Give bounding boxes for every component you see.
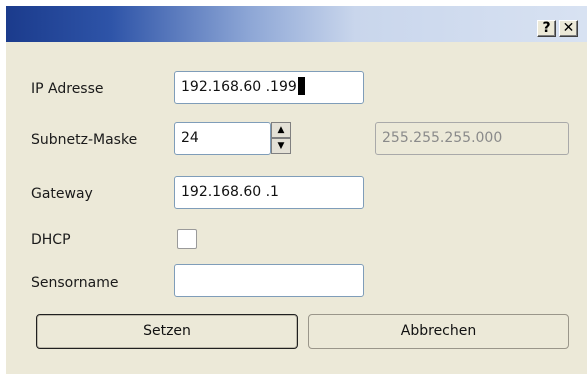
sensorname-label: Sensorname <box>31 275 119 291</box>
dhcp-label: DHCP <box>31 232 71 248</box>
spin-up-icon[interactable]: ▲ <box>271 122 291 138</box>
close-button[interactable]: ✕ <box>559 20 578 37</box>
set-button[interactable]: Setzen <box>36 314 298 349</box>
subnet-mask-label: Subnetz-Maske <box>31 132 138 148</box>
ip-address-label: IP Adresse <box>31 81 104 97</box>
cancel-button[interactable]: Abbrechen <box>308 314 569 349</box>
help-button[interactable]: ? <box>537 20 556 37</box>
text-cursor <box>297 76 305 95</box>
network-settings-dialog: ? ✕ IP Adresse 192.168.60 .199 Subnetz-M… <box>5 5 587 374</box>
gateway-input[interactable]: 192.168.60 .1 <box>174 176 364 209</box>
dhcp-checkbox[interactable] <box>177 229 197 249</box>
subnet-prefix-input[interactable]: 24 <box>174 122 271 155</box>
subnet-mask-display: 255.255.255.000 <box>375 122 569 155</box>
subnet-prefix-stepper[interactable]: ▲ ▼ <box>271 122 291 155</box>
spin-down-icon[interactable]: ▼ <box>271 138 291 154</box>
ip-address-input[interactable]: 192.168.60 .199 <box>174 71 364 104</box>
gateway-label: Gateway <box>31 186 93 202</box>
title-bar[interactable]: ? ✕ <box>6 6 587 42</box>
ip-address-value: 192.168.60 .199 <box>181 79 297 95</box>
sensorname-input[interactable] <box>174 264 364 297</box>
